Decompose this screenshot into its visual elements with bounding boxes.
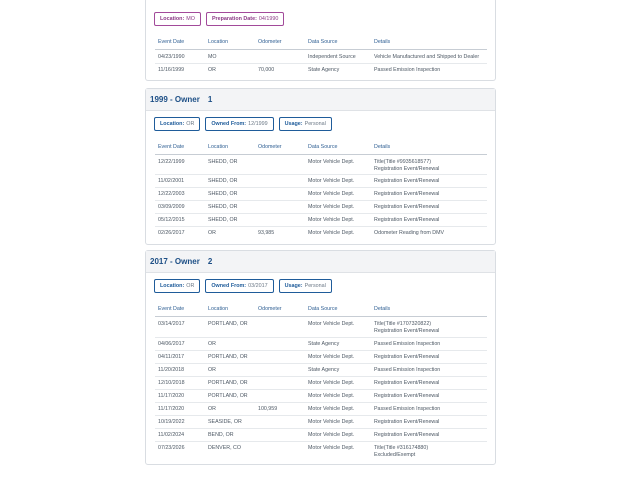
history-card-0: Location: MO Preparation Date: 04/1990 Eve… — [145, 0, 496, 81]
table-row: 03/14/2017 PORTLAND, OR Motor Vehicle Dept… — [155, 318, 487, 338]
table-row: 03/09/2009 SHEDD, OR Motor Vehicle Dept. Re… — [155, 201, 487, 214]
table-row: 04/23/1990 MO Independent Source Vehicle Ma… — [155, 51, 487, 64]
owner-header: 1999 - Owner 1 — [146, 89, 495, 111]
table-row: 11/20/2018 OR State Agency Passed Emission … — [155, 364, 487, 377]
table-header: Event Date Location Odometer Data Source Det… — [155, 143, 487, 155]
table-row: 11/02/2001 SHEDD, OR Motor Vehicle Dept. Re… — [155, 175, 487, 188]
table-row: 12/10/2018 PORTLAND, OR Motor Vehicle Dept… — [155, 377, 487, 390]
table-row: 04/11/2017 PORTLAND, OR Motor Vehicle Dept… — [155, 351, 487, 364]
owner-card-2: 2017 - Owner 2 Location: OR Owned From: 03/… — [145, 250, 496, 465]
usage-chip[interactable]: Usage: Personal — [278, 279, 332, 293]
preparation-date-chip[interactable]: Preparation Date: 04/1990 — [205, 12, 285, 26]
owner-card-1: 1999 - Owner 1 Location: OR Owned From: 12/… — [145, 88, 496, 245]
table-row: 11/16/1999 OR 70,000 State Agency Passed Emi… — [158, 67, 441, 73]
table-row: 11/17/2020 OR 100,959 Motor Vehicle Dept. Pa… — [155, 403, 487, 416]
owned-from-chip[interactable]: Owned From: 03/2017 — [205, 279, 274, 293]
location-chip[interactable]: Location: OR — [154, 117, 201, 131]
usage-chip[interactable]: Usage: Personal — [278, 117, 332, 131]
table-header: Event Date Location Odometer Data Source Det… — [155, 38, 487, 50]
location-chip[interactable]: Location: OR — [154, 279, 201, 293]
location-chip[interactable]: Location: MO — [154, 12, 201, 26]
table-row: 12/22/2003 SHEDD, OR Motor Vehicle Dept. Re… — [155, 188, 487, 201]
table-row: 11/02/2024 BEND, OR Motor Vehicle Dept. Reg… — [155, 429, 487, 442]
table-row: 11/17/2020 PORTLAND, OR Motor Vehicle Dept… — [155, 390, 487, 403]
table-header: Event Date Location Odometer Data Source Det… — [155, 305, 487, 317]
table-row: 12/22/1999 SHEDD, OR Motor Vehicle Dept. Ti… — [155, 156, 487, 175]
table-row: 05/12/2015 SHEDD, OR Motor Vehicle Dept. Re… — [155, 214, 487, 227]
owned-from-chip[interactable]: Owned From: 12/1999 — [205, 117, 274, 131]
table-row: 04/06/2017 OR State Agency Passed Emission … — [155, 338, 487, 351]
table-row: 02/26/2017 OR 93,985 Motor Vehicle Dept. Odo… — [158, 230, 445, 236]
table-row: 10/19/2022 SEASIDE, OR Motor Vehicle Dept.… — [155, 416, 487, 429]
table-row: 07/23/2026 DENVER, CO Motor Vehicle Dept. T… — [158, 445, 429, 458]
owner-header: 2017 - Owner 2 — [146, 251, 495, 273]
